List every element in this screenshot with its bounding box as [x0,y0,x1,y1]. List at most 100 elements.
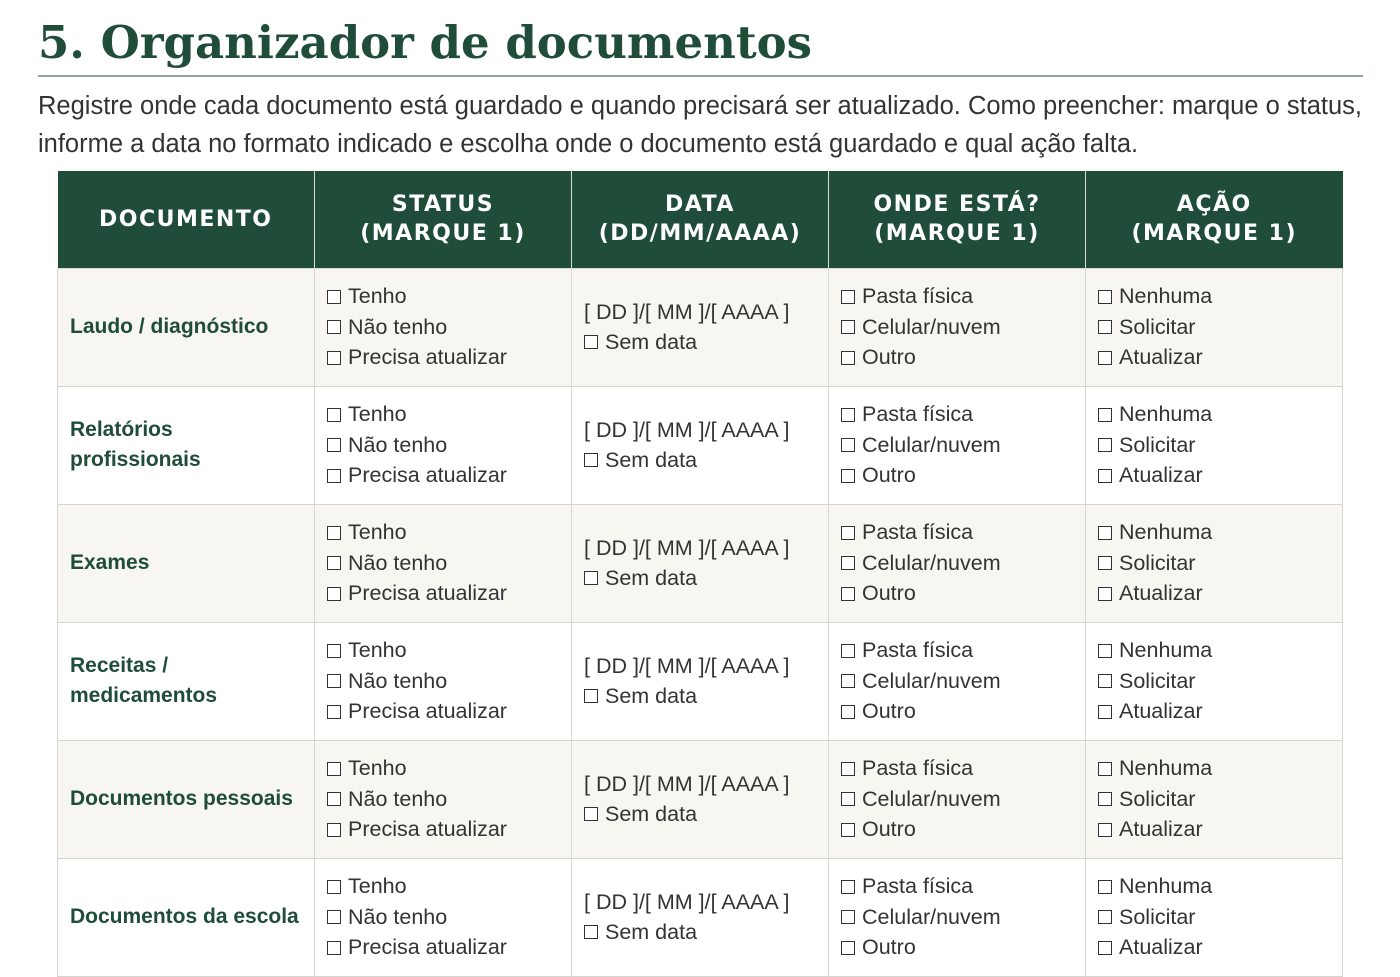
checkbox[interactable] [584,453,598,468]
date-input[interactable]: [ DD ]/[ MM ]/[ AAAA ] [584,533,816,564]
checkbox[interactable] [1098,468,1112,483]
checkbox[interactable] [841,940,855,955]
no-date-option[interactable]: Sem data [584,799,816,830]
checkbox[interactable] [841,674,855,688]
checkbox[interactable] [327,879,341,894]
location-option-outro[interactable]: Outro [841,696,1073,727]
location-option-celular-nuvem[interactable]: Celular/nuvem [841,902,1073,933]
checkbox[interactable] [1098,792,1112,806]
checkbox[interactable] [1098,704,1112,719]
checkbox[interactable] [841,438,855,452]
action-option-solicitar[interactable]: Solicitar [1098,430,1330,461]
checkbox[interactable] [327,407,341,422]
location-option-celular-nuvem[interactable]: Celular/nuvem [841,430,1073,461]
checkbox[interactable] [1098,556,1112,570]
checkbox[interactable] [584,925,598,940]
checkbox[interactable] [327,350,341,365]
status-option-tenho[interactable]: Tenho [327,281,559,312]
checkbox[interactable] [1098,643,1112,658]
checkbox[interactable] [1098,910,1112,924]
checkbox[interactable] [1098,350,1112,365]
checkbox[interactable] [1098,822,1112,837]
status-option-precisa-atualizar[interactable]: Precisa atualizar [327,696,559,727]
location-option-pasta-fisica[interactable]: Pasta física [841,399,1073,430]
action-option-solicitar[interactable]: Solicitar [1098,902,1330,933]
checkbox[interactable] [327,556,341,570]
checkbox[interactable] [584,571,598,586]
checkbox[interactable] [1098,761,1112,776]
checkbox[interactable] [841,556,855,570]
status-option-nao-tenho[interactable]: Não tenho [327,548,559,579]
checkbox[interactable] [327,910,341,924]
action-option-nenhuma[interactable]: Nenhuma [1098,517,1330,548]
checkbox[interactable] [841,910,855,924]
location-option-celular-nuvem[interactable]: Celular/nuvem [841,784,1073,815]
location-option-outro[interactable]: Outro [841,342,1073,373]
checkbox[interactable] [841,879,855,894]
checkbox[interactable] [1098,289,1112,304]
action-option-solicitar[interactable]: Solicitar [1098,666,1330,697]
checkbox[interactable] [841,350,855,365]
status-option-tenho[interactable]: Tenho [327,399,559,430]
checkbox[interactable] [1098,879,1112,894]
checkbox[interactable] [327,289,341,304]
status-option-precisa-atualizar[interactable]: Precisa atualizar [327,342,559,373]
checkbox[interactable] [1098,940,1112,955]
checkbox[interactable] [327,525,341,540]
action-option-atualizar[interactable]: Atualizar [1098,460,1330,491]
location-option-pasta-fisica[interactable]: Pasta física [841,635,1073,666]
status-option-tenho[interactable]: Tenho [327,871,559,902]
checkbox[interactable] [841,643,855,658]
location-option-pasta-fisica[interactable]: Pasta física [841,517,1073,548]
no-date-option[interactable]: Sem data [584,681,816,712]
date-input[interactable]: [ DD ]/[ MM ]/[ AAAA ] [584,297,816,328]
location-option-outro[interactable]: Outro [841,814,1073,845]
status-option-precisa-atualizar[interactable]: Precisa atualizar [327,814,559,845]
checkbox[interactable] [327,822,341,837]
action-option-nenhuma[interactable]: Nenhuma [1098,635,1330,666]
action-option-solicitar[interactable]: Solicitar [1098,548,1330,579]
no-date-option[interactable]: Sem data [584,327,816,358]
action-option-atualizar[interactable]: Atualizar [1098,932,1330,963]
date-input[interactable]: [ DD ]/[ MM ]/[ AAAA ] [584,651,816,682]
checkbox[interactable] [327,586,341,601]
status-option-tenho[interactable]: Tenho [327,753,559,784]
checkbox[interactable] [841,704,855,719]
checkbox[interactable] [1098,320,1112,334]
checkbox[interactable] [327,704,341,719]
date-input[interactable]: [ DD ]/[ MM ]/[ AAAA ] [584,415,816,446]
action-option-atualizar[interactable]: Atualizar [1098,814,1330,845]
status-option-precisa-atualizar[interactable]: Precisa atualizar [327,578,559,609]
status-option-precisa-atualizar[interactable]: Precisa atualizar [327,460,559,491]
location-option-outro[interactable]: Outro [841,460,1073,491]
status-option-nao-tenho[interactable]: Não tenho [327,666,559,697]
checkbox[interactable] [841,792,855,806]
action-option-solicitar[interactable]: Solicitar [1098,784,1330,815]
status-option-tenho[interactable]: Tenho [327,635,559,666]
location-option-outro[interactable]: Outro [841,932,1073,963]
action-option-atualizar[interactable]: Atualizar [1098,696,1330,727]
checkbox[interactable] [327,468,341,483]
checkbox[interactable] [327,940,341,955]
location-option-celular-nuvem[interactable]: Celular/nuvem [841,312,1073,343]
checkbox[interactable] [1098,407,1112,422]
action-option-nenhuma[interactable]: Nenhuma [1098,399,1330,430]
date-input[interactable]: [ DD ]/[ MM ]/[ AAAA ] [584,769,816,800]
checkbox[interactable] [841,320,855,334]
checkbox[interactable] [584,335,598,350]
checkbox[interactable] [1098,438,1112,452]
checkbox[interactable] [327,792,341,806]
date-input[interactable]: [ DD ]/[ MM ]/[ AAAA ] [584,887,816,918]
location-option-pasta-fisica[interactable]: Pasta física [841,753,1073,784]
status-option-nao-tenho[interactable]: Não tenho [327,784,559,815]
checkbox[interactable] [327,674,341,688]
status-option-precisa-atualizar[interactable]: Precisa atualizar [327,932,559,963]
checkbox[interactable] [584,807,598,822]
location-option-pasta-fisica[interactable]: Pasta física [841,871,1073,902]
status-option-nao-tenho[interactable]: Não tenho [327,312,559,343]
action-option-nenhuma[interactable]: Nenhuma [1098,871,1330,902]
checkbox[interactable] [841,525,855,540]
status-option-nao-tenho[interactable]: Não tenho [327,430,559,461]
action-option-nenhuma[interactable]: Nenhuma [1098,753,1330,784]
location-option-pasta-fisica[interactable]: Pasta física [841,281,1073,312]
